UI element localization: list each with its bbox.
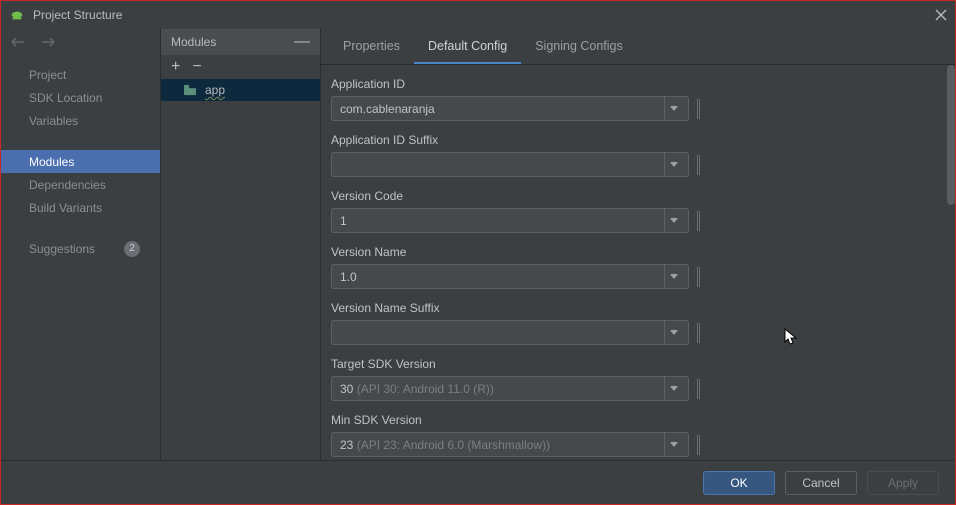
forward-icon[interactable] <box>41 37 55 47</box>
nav-item-suggestions[interactable]: Suggestions 2 <box>1 237 160 260</box>
ok-button[interactable]: OK <box>703 471 775 495</box>
nav-label: SDK Location <box>29 91 102 105</box>
nav-item-modules[interactable]: Modules <box>1 150 160 173</box>
nav-item-sdk-location[interactable]: SDK Location <box>1 86 160 109</box>
nav-label: Variables <box>29 114 78 128</box>
minimize-icon[interactable]: — <box>294 33 310 51</box>
window-title: Project Structure <box>33 8 122 22</box>
input-application-id-suffix[interactable] <box>331 152 689 177</box>
drag-handle[interactable] <box>697 435 700 455</box>
input-application-id[interactable]: com.cablenaranja <box>331 96 689 121</box>
nav-label: Suggestions <box>29 242 95 256</box>
nav-arrows <box>1 29 160 55</box>
nav-item-variables[interactable]: Variables <box>1 109 160 132</box>
back-icon[interactable] <box>11 37 25 47</box>
default-config-form: Application ID com.cablenaranja Applicat… <box>321 65 955 460</box>
add-module-icon[interactable]: + <box>171 59 180 75</box>
input-version-name-suffix[interactable] <box>331 320 689 345</box>
chevron-down-icon[interactable] <box>664 433 682 456</box>
module-label: app <box>205 83 225 97</box>
nav-item-build-variants[interactable]: Build Variants <box>1 196 160 219</box>
label-version-name: Version Name <box>331 245 935 259</box>
label-version-code: Version Code <box>331 189 935 203</box>
label-application-id-suffix: Application ID Suffix <box>331 133 935 147</box>
input-version-code[interactable]: 1 <box>331 208 689 233</box>
tab-default-config[interactable]: Default Config <box>414 31 521 64</box>
label-target-sdk: Target SDK Version <box>331 357 935 371</box>
label-application-id: Application ID <box>331 77 935 91</box>
drag-handle[interactable] <box>697 267 700 287</box>
tab-properties[interactable]: Properties <box>329 31 414 64</box>
nav-item-project[interactable]: Project <box>1 63 160 86</box>
nav-item-dependencies[interactable]: Dependencies <box>1 173 160 196</box>
chevron-down-icon[interactable] <box>664 265 682 288</box>
label-version-name-suffix: Version Name Suffix <box>331 301 935 315</box>
cancel-button[interactable]: Cancel <box>785 471 857 495</box>
modules-header: Modules — <box>161 29 320 55</box>
project-structure-window: Project Structure Project SDK Location V… <box>0 0 956 505</box>
chevron-down-icon[interactable] <box>664 153 682 176</box>
dialog-footer: OK Cancel Apply <box>1 460 955 504</box>
modules-header-label: Modules <box>171 35 216 49</box>
tab-signing-configs[interactable]: Signing Configs <box>521 31 637 64</box>
suggestions-badge: 2 <box>124 241 140 257</box>
chevron-down-icon[interactable] <box>664 321 682 344</box>
titlebar: Project Structure <box>1 1 955 29</box>
nav-label: Modules <box>29 155 74 169</box>
tabs: Properties Default Config Signing Config… <box>321 29 955 65</box>
detail-panel: Properties Default Config Signing Config… <box>321 29 955 460</box>
drag-handle[interactable] <box>697 99 700 119</box>
input-min-sdk[interactable]: 23 (API 23: Android 6.0 (Marshmallow)) <box>331 432 689 457</box>
nav-label: Dependencies <box>29 178 106 192</box>
drag-handle[interactable] <box>697 323 700 343</box>
input-target-sdk[interactable]: 30 (API 30: Android 11.0 (R)) <box>331 376 689 401</box>
chevron-down-icon[interactable] <box>664 97 682 120</box>
nav-list: Project SDK Location Variables Modules D… <box>1 55 160 260</box>
drag-handle[interactable] <box>697 211 700 231</box>
modules-toolbar: + − <box>161 55 320 79</box>
left-panel: Project SDK Location Variables Modules D… <box>1 29 161 460</box>
remove-module-icon[interactable]: − <box>192 59 201 75</box>
drag-handle[interactable] <box>697 155 700 175</box>
close-icon[interactable] <box>935 9 947 21</box>
android-icon <box>9 7 25 23</box>
apply-button: Apply <box>867 471 939 495</box>
modules-panel: Modules — + − app <box>161 29 321 460</box>
input-version-name[interactable]: 1.0 <box>331 264 689 289</box>
drag-handle[interactable] <box>697 379 700 399</box>
folder-icon <box>183 84 197 96</box>
chevron-down-icon[interactable] <box>664 209 682 232</box>
nav-label: Build Variants <box>29 201 102 215</box>
module-row-app[interactable]: app <box>161 79 320 101</box>
label-min-sdk: Min SDK Version <box>331 413 935 427</box>
chevron-down-icon[interactable] <box>664 377 682 400</box>
nav-label: Project <box>29 68 66 82</box>
